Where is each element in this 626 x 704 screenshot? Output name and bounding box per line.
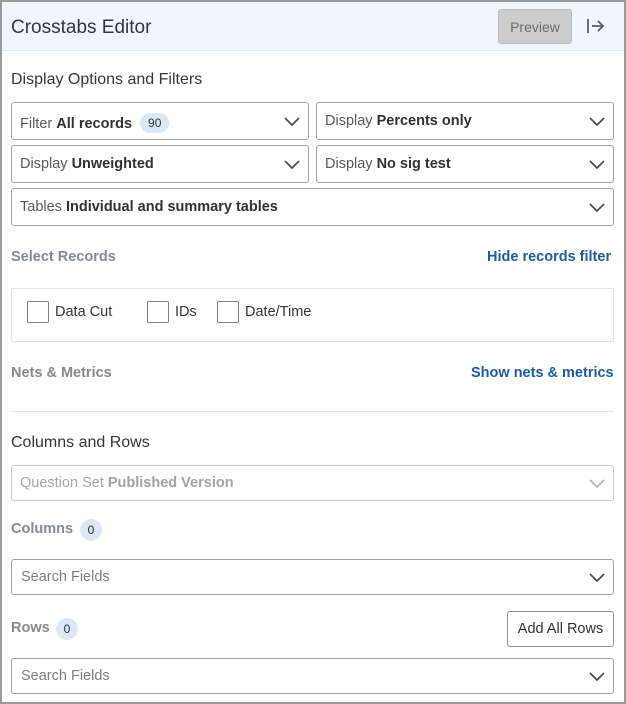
tables-select-value: Individual and summary tables <box>65 199 278 215</box>
records-filter-box: Data Cut IDs Date/Time <box>11 288 614 342</box>
chevron-down-icon <box>284 117 300 127</box>
chevron-down-icon <box>589 479 605 489</box>
chevron-down-icon <box>589 573 605 583</box>
filter-select-value: All records <box>56 116 133 132</box>
select-records-title: Select Records <box>11 249 116 265</box>
data-cut-checkbox[interactable] <box>27 301 49 323</box>
filter-count-badge: 90 <box>140 113 170 133</box>
rows-label: Rows <box>11 620 50 636</box>
rows-search-field[interactable]: Search Fields <box>11 658 614 694</box>
display-weight-select[interactable]: Display Unweighted <box>11 145 309 183</box>
columns-search-placeholder: Search Fields <box>21 569 110 585</box>
hide-records-filter-link[interactable]: Hide records filter <box>487 249 611 265</box>
display-weight-label: Display <box>20 156 68 172</box>
panel-title: Crosstabs Editor <box>11 17 152 38</box>
ids-label: IDs <box>175 304 197 320</box>
columns-label: Columns <box>11 521 74 537</box>
chevron-down-icon <box>589 203 605 213</box>
chevron-down-icon <box>589 117 605 127</box>
filter-select[interactable]: Filter All records 90 <box>11 102 309 140</box>
rows-count-badge: 0 <box>56 618 78 640</box>
chevron-down-icon <box>284 160 300 170</box>
nets-metrics-title: Nets & Metrics <box>11 365 112 381</box>
panel-header: Crosstabs Editor Preview <box>2 2 624 51</box>
display-sig-value: No sig test <box>376 156 451 172</box>
filter-select-label: Filter <box>20 116 53 132</box>
display-sig-label: Display <box>325 156 373 172</box>
data-cut-label: Data Cut <box>55 304 113 320</box>
tables-select[interactable]: Tables Individual and summary tables <box>11 188 614 226</box>
display-percents-select[interactable]: Display Percents only <box>316 102 614 140</box>
date-time-checkbox[interactable] <box>217 301 239 323</box>
question-set-select: Question Set Published Version <box>11 465 614 501</box>
columns-rows-title: Columns and Rows <box>11 434 150 451</box>
display-percents-label: Display <box>325 113 373 129</box>
display-sig-select[interactable]: Display No sig test <box>316 145 614 183</box>
add-all-rows-button[interactable]: Add All Rows <box>507 611 614 647</box>
rows-search-placeholder: Search Fields <box>21 668 110 684</box>
display-percents-value: Percents only <box>376 113 472 129</box>
tables-select-label: Tables <box>20 199 62 215</box>
ids-checkbox[interactable] <box>147 301 169 323</box>
question-set-label: Question Set <box>20 475 104 491</box>
columns-count-badge: 0 <box>80 519 102 541</box>
display-weight-value: Unweighted <box>71 156 154 172</box>
columns-search-field[interactable]: Search Fields <box>11 559 614 595</box>
date-time-label: Date/Time <box>245 304 312 320</box>
chevron-down-icon <box>589 672 605 682</box>
show-nets-metrics-link[interactable]: Show nets & metrics <box>471 365 614 381</box>
preview-button[interactable]: Preview <box>498 9 572 44</box>
display-options-title: Display Options and Filters <box>11 71 203 88</box>
crosstabs-editor-panel: Crosstabs Editor Preview Display Options… <box>0 0 626 704</box>
chevron-down-icon <box>589 160 605 170</box>
collapse-right-icon[interactable] <box>585 15 607 37</box>
section-divider <box>11 411 614 412</box>
question-set-value: Published Version <box>107 475 234 491</box>
